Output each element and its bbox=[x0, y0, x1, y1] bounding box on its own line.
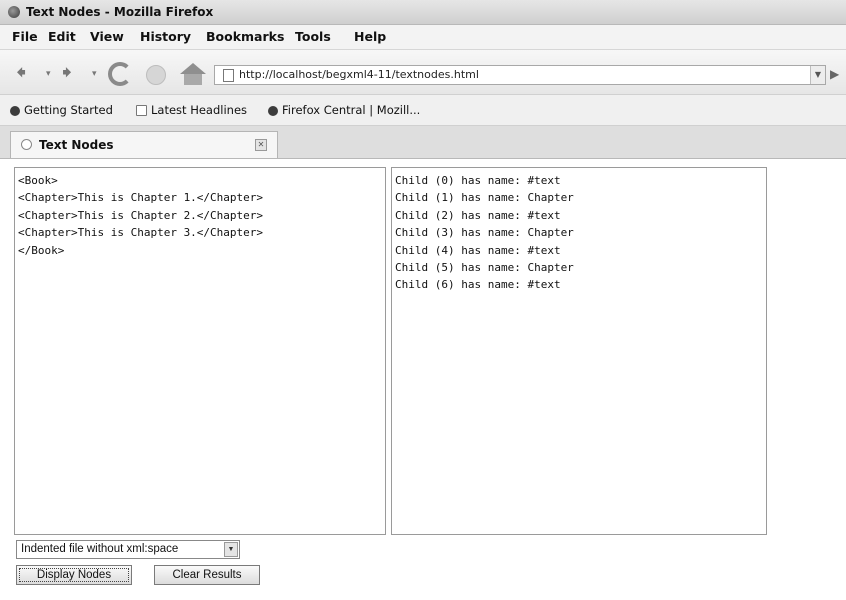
page-loading-icon bbox=[21, 139, 32, 150]
bookmark-firefox-central[interactable]: Firefox Central | Mozill... bbox=[268, 95, 420, 125]
xml-source-textarea[interactable]: <Book> <Chapter>This is Chapter 1.</Chapt… bbox=[14, 167, 386, 535]
result-line: Child (0) has name: #text bbox=[395, 174, 561, 187]
file-select[interactable]: Indented file without xml:space ▼ bbox=[16, 540, 240, 559]
navigation-toolbar: 🠸 ▾ 🠺 ▾ http://localhost/begxml4-11/text… bbox=[0, 50, 846, 95]
home-icon[interactable] bbox=[180, 63, 206, 85]
bookmarks-toolbar: Getting Started Latest Headlines Firefox… bbox=[0, 95, 846, 126]
page-icon bbox=[223, 69, 234, 82]
close-tab-icon[interactable]: ✕ bbox=[255, 139, 267, 151]
stop-icon[interactable] bbox=[146, 65, 166, 85]
tab-text-nodes[interactable]: Text Nodes ✕ bbox=[10, 131, 278, 158]
menu-bar: File Edit View History Bookmarks Tools H… bbox=[0, 25, 846, 50]
window-title: Text Nodes - Mozilla Firefox bbox=[26, 5, 214, 19]
menu-edit[interactable]: Edit bbox=[48, 25, 76, 49]
menu-bookmarks[interactable]: Bookmarks bbox=[206, 25, 284, 49]
xml-line: <Chapter>This is Chapter 2.</Chapter> bbox=[18, 208, 264, 222]
bookmark-getting-started[interactable]: Getting Started bbox=[10, 95, 113, 125]
menu-file[interactable]: File bbox=[12, 25, 38, 49]
result-line: Child (3) has name: Chapter bbox=[395, 226, 574, 240]
xml-line: <Chapter>This is Chapter 1.</Chapter> bbox=[18, 191, 264, 205]
firefox-bookmark-icon bbox=[268, 105, 278, 116]
forward-arrow-icon[interactable]: 🠺 bbox=[62, 62, 72, 82]
chevron-down-icon[interactable]: ▼ bbox=[224, 542, 238, 557]
menu-tools[interactable]: Tools bbox=[295, 25, 331, 49]
result-line: Child (1) has name: Chapter bbox=[395, 191, 574, 205]
xml-line: </Book> bbox=[18, 243, 65, 257]
url-dropdown-icon[interactable]: ▼ bbox=[810, 66, 825, 84]
forward-dropdown-icon[interactable]: ▾ bbox=[92, 69, 97, 79]
xml-line: <Book> bbox=[18, 174, 58, 187]
display-nodes-button[interactable]: Display Nodes bbox=[16, 565, 132, 585]
result-line: Child (4) has name: #text bbox=[395, 243, 561, 257]
reload-icon[interactable] bbox=[108, 62, 132, 86]
clear-results-button[interactable]: Clear Results bbox=[154, 565, 260, 585]
rss-feed-icon bbox=[136, 105, 147, 116]
url-text[interactable]: http://localhost/begxml4-11/textnodes.ht… bbox=[239, 66, 479, 84]
result-line: Child (2) has name: #text bbox=[395, 208, 561, 222]
results-textarea[interactable]: Child (0) has name: #text Child (1) has n… bbox=[391, 167, 767, 535]
menu-view[interactable]: View bbox=[90, 25, 124, 49]
window-title-bar: Text Nodes - Mozilla Firefox bbox=[0, 0, 846, 25]
back-dropdown-icon[interactable]: ▾ bbox=[46, 69, 51, 79]
page-content: <Book> <Chapter>This is Chapter 1.</Chapt… bbox=[0, 159, 846, 600]
result-line: Child (5) has name: Chapter bbox=[395, 261, 574, 275]
back-arrow-icon[interactable]: 🠸 bbox=[16, 62, 26, 82]
tab-label: Text Nodes bbox=[39, 138, 114, 152]
file-select-value: Indented file without xml:space bbox=[21, 543, 179, 555]
result-line: Child (6) has name: #text bbox=[395, 278, 561, 292]
menu-help[interactable]: Help bbox=[354, 25, 386, 49]
go-arrow-icon[interactable]: ▶ bbox=[830, 67, 839, 81]
xml-line: <Chapter>This is Chapter 3.</Chapter> bbox=[18, 226, 264, 240]
url-bar[interactable]: http://localhost/begxml4-11/textnodes.ht… bbox=[214, 65, 826, 85]
menu-history[interactable]: History bbox=[140, 25, 191, 49]
tab-bar: Text Nodes ✕ bbox=[0, 126, 846, 159]
bookmark-latest-headlines[interactable]: Latest Headlines bbox=[136, 95, 247, 125]
firefox-logo-icon bbox=[8, 6, 20, 18]
firefox-bookmark-icon bbox=[10, 105, 20, 116]
